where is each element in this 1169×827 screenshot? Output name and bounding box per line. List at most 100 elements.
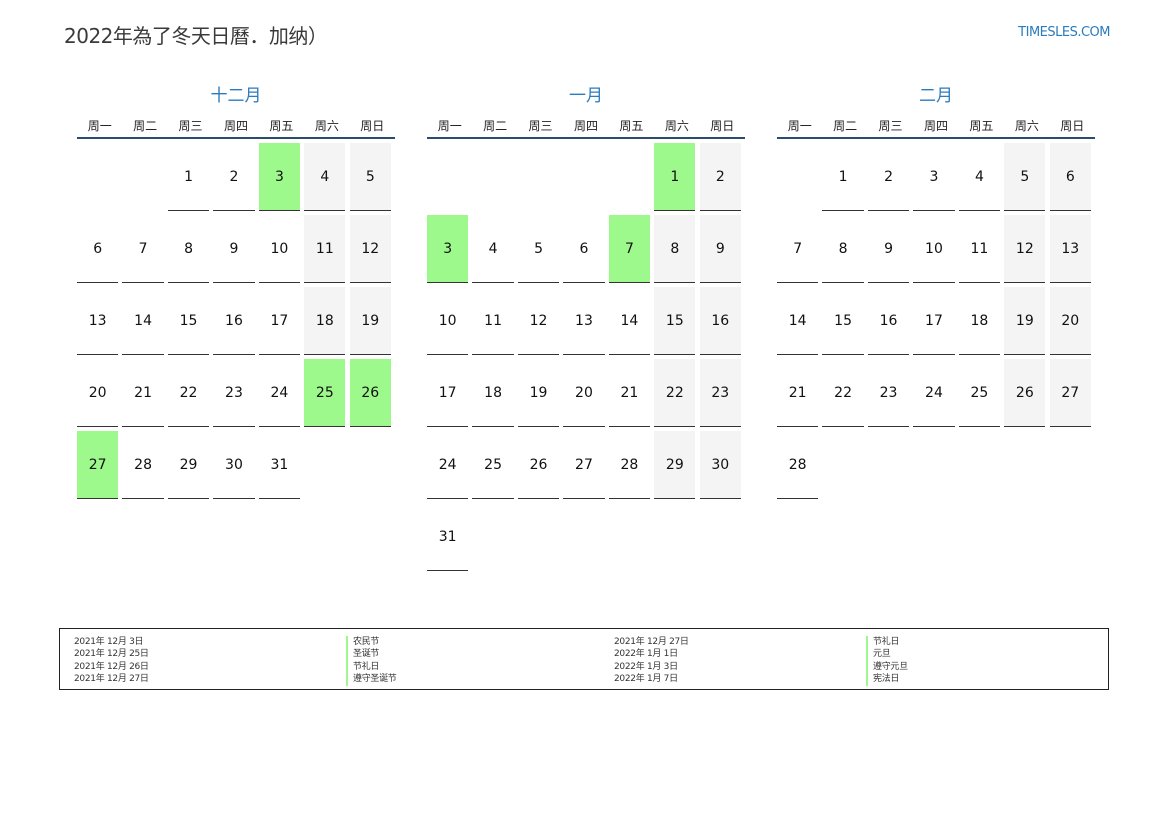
day-cell: 28: [777, 431, 819, 499]
holiday-day-cell: 1: [654, 143, 696, 211]
day-cell: 19: [517, 359, 560, 427]
day-cell: 19: [349, 287, 391, 355]
holiday-day-cell: 3: [427, 215, 469, 283]
day-cell: 4: [472, 215, 514, 283]
day-cell: 13: [77, 287, 119, 355]
legend-holiday-name: 元旦: [866, 648, 908, 661]
day-cell: 21: [122, 359, 164, 427]
day-cell: 21: [608, 359, 651, 427]
weekday-header: 周一 周二 周三 周四 周五 周六 周日: [77, 113, 395, 139]
empty-cell: [518, 143, 559, 211]
holiday-day-cell: 27: [77, 431, 119, 499]
empty-cell: [609, 143, 650, 211]
day-cell: 6: [1049, 143, 1091, 211]
day-cell: 2: [867, 143, 910, 211]
weekday-label: 周六: [314, 118, 339, 133]
day-cell: 19: [1004, 287, 1046, 355]
legend-date: 2021年 12月 27日: [614, 637, 689, 647]
page-title: 2022年為了冬天日曆．加纳）: [64, 24, 328, 48]
day-cell: 2: [699, 143, 741, 211]
day-cell: 12: [1004, 215, 1046, 283]
weekday-label: 周一: [437, 118, 462, 133]
day-cell: 31: [427, 503, 469, 571]
day-cell: 9: [867, 215, 910, 283]
day-cell: 18: [472, 359, 514, 427]
day-cell: 31: [258, 431, 301, 499]
day-cell: 7: [777, 215, 819, 283]
day-cell: 5: [1004, 143, 1046, 211]
day-cell: 27: [563, 431, 605, 499]
legend-holiday-name: 遵守圣诞节: [346, 673, 397, 686]
day-cell: 4: [304, 143, 346, 211]
empty-cell: [427, 143, 468, 211]
day-cell: 4: [958, 143, 1001, 211]
weekday-label: 周日: [710, 118, 735, 133]
holiday-day-cell: 26: [349, 359, 391, 427]
day-cell: 24: [913, 359, 955, 427]
day-cell: 10: [427, 287, 469, 355]
day-cell: 23: [867, 359, 910, 427]
day-cell: 20: [1049, 287, 1091, 355]
month-january: 一月 周一 周二 周三 周四 周五 周六 周日 1 2 3 4 5 6 7 8 9 10 11 12 1…: [427, 84, 745, 571]
weekday-label: 周三: [528, 118, 553, 133]
day-cell: 30: [699, 431, 741, 499]
day-cell: 8: [654, 215, 696, 283]
day-cell: 15: [654, 287, 696, 355]
day-cell: 25: [472, 431, 514, 499]
day-cell: 27: [1049, 359, 1091, 427]
weekday-label: 周日: [1060, 118, 1085, 133]
weekday-label: 周五: [619, 118, 644, 133]
empty-cell: [472, 143, 513, 211]
day-grid: 1 2 3 4 5 6 7 8 9 10 11 12 13 14 15 16 17 18 19 20 21 22 23 24 2…: [777, 143, 1095, 499]
day-cell: 22: [654, 359, 696, 427]
day-cell: 22: [167, 359, 210, 427]
legend-dates-2: 2021年 12月 27日 2022年 1月 1日 2022年 1月 3日 20…: [614, 636, 689, 686]
day-cell: 6: [563, 215, 605, 283]
day-cell: 30: [213, 431, 255, 499]
day-cell: 20: [563, 359, 605, 427]
day-cell: 26: [517, 431, 560, 499]
legend-date: 2021年 12月 3日: [74, 637, 144, 647]
weekday-label: 周五: [969, 118, 994, 133]
day-cell: 14: [608, 287, 651, 355]
day-cell: 12: [517, 287, 560, 355]
weekday-label: 周一: [87, 118, 112, 133]
day-cell: 16: [213, 287, 255, 355]
legend-holiday-name: 农民节: [346, 636, 397, 649]
weekday-header: 周一 周二 周三 周四 周五 周六 周日: [777, 113, 1095, 139]
day-cell: 6: [77, 215, 119, 283]
weekday-label: 周五: [269, 118, 294, 133]
month-february: 二月 周一 周二 周三 周四 周五 周六 周日 1 2 3 4 5 6 7 8 9 10 11 12 1…: [777, 84, 1095, 499]
empty-cell: [777, 143, 818, 211]
day-cell: 25: [958, 359, 1001, 427]
day-cell: 28: [608, 431, 651, 499]
weekday-label: 周六: [1014, 118, 1039, 133]
month-name: 二月: [919, 86, 953, 106]
legend-holiday-name: 遵守元旦: [866, 660, 908, 674]
day-cell: 8: [822, 215, 864, 283]
empty-cell: [77, 143, 118, 211]
day-cell: 18: [958, 287, 1001, 355]
day-cell: 15: [822, 287, 864, 355]
weekday-label: 周六: [664, 118, 689, 133]
legend-dates-1: 2021年 12月 3日 2021年 12月 25日 2021年 12月 26日…: [74, 636, 149, 686]
day-cell: 13: [563, 287, 605, 355]
day-cell: 21: [777, 359, 819, 427]
day-cell: 15: [167, 287, 210, 355]
legend-holiday-name: 圣诞节: [346, 648, 397, 661]
day-cell: 14: [122, 287, 164, 355]
legend-date: 2022年 1月 3日: [614, 661, 678, 672]
day-cell: 29: [654, 431, 696, 499]
weekday-label: 周四: [923, 118, 948, 133]
day-cell: 11: [472, 287, 514, 355]
day-cell: 26: [1004, 359, 1046, 427]
weekday-label: 周日: [360, 118, 385, 133]
site-link[interactable]: TIMESLES.COM: [1018, 25, 1110, 40]
day-grid: 1 2 3 4 5 6 7 8 9 10 11 12 13 14 15 16 17 18 19 20 21 22 23 24 2…: [77, 143, 395, 499]
legend-date: 2021年 12月 26日: [74, 661, 149, 672]
day-cell: 24: [427, 431, 469, 499]
day-cell: 14: [777, 287, 819, 355]
day-cell: 10: [913, 215, 955, 283]
day-cell: 18: [304, 287, 346, 355]
day-cell: 29: [167, 431, 210, 499]
